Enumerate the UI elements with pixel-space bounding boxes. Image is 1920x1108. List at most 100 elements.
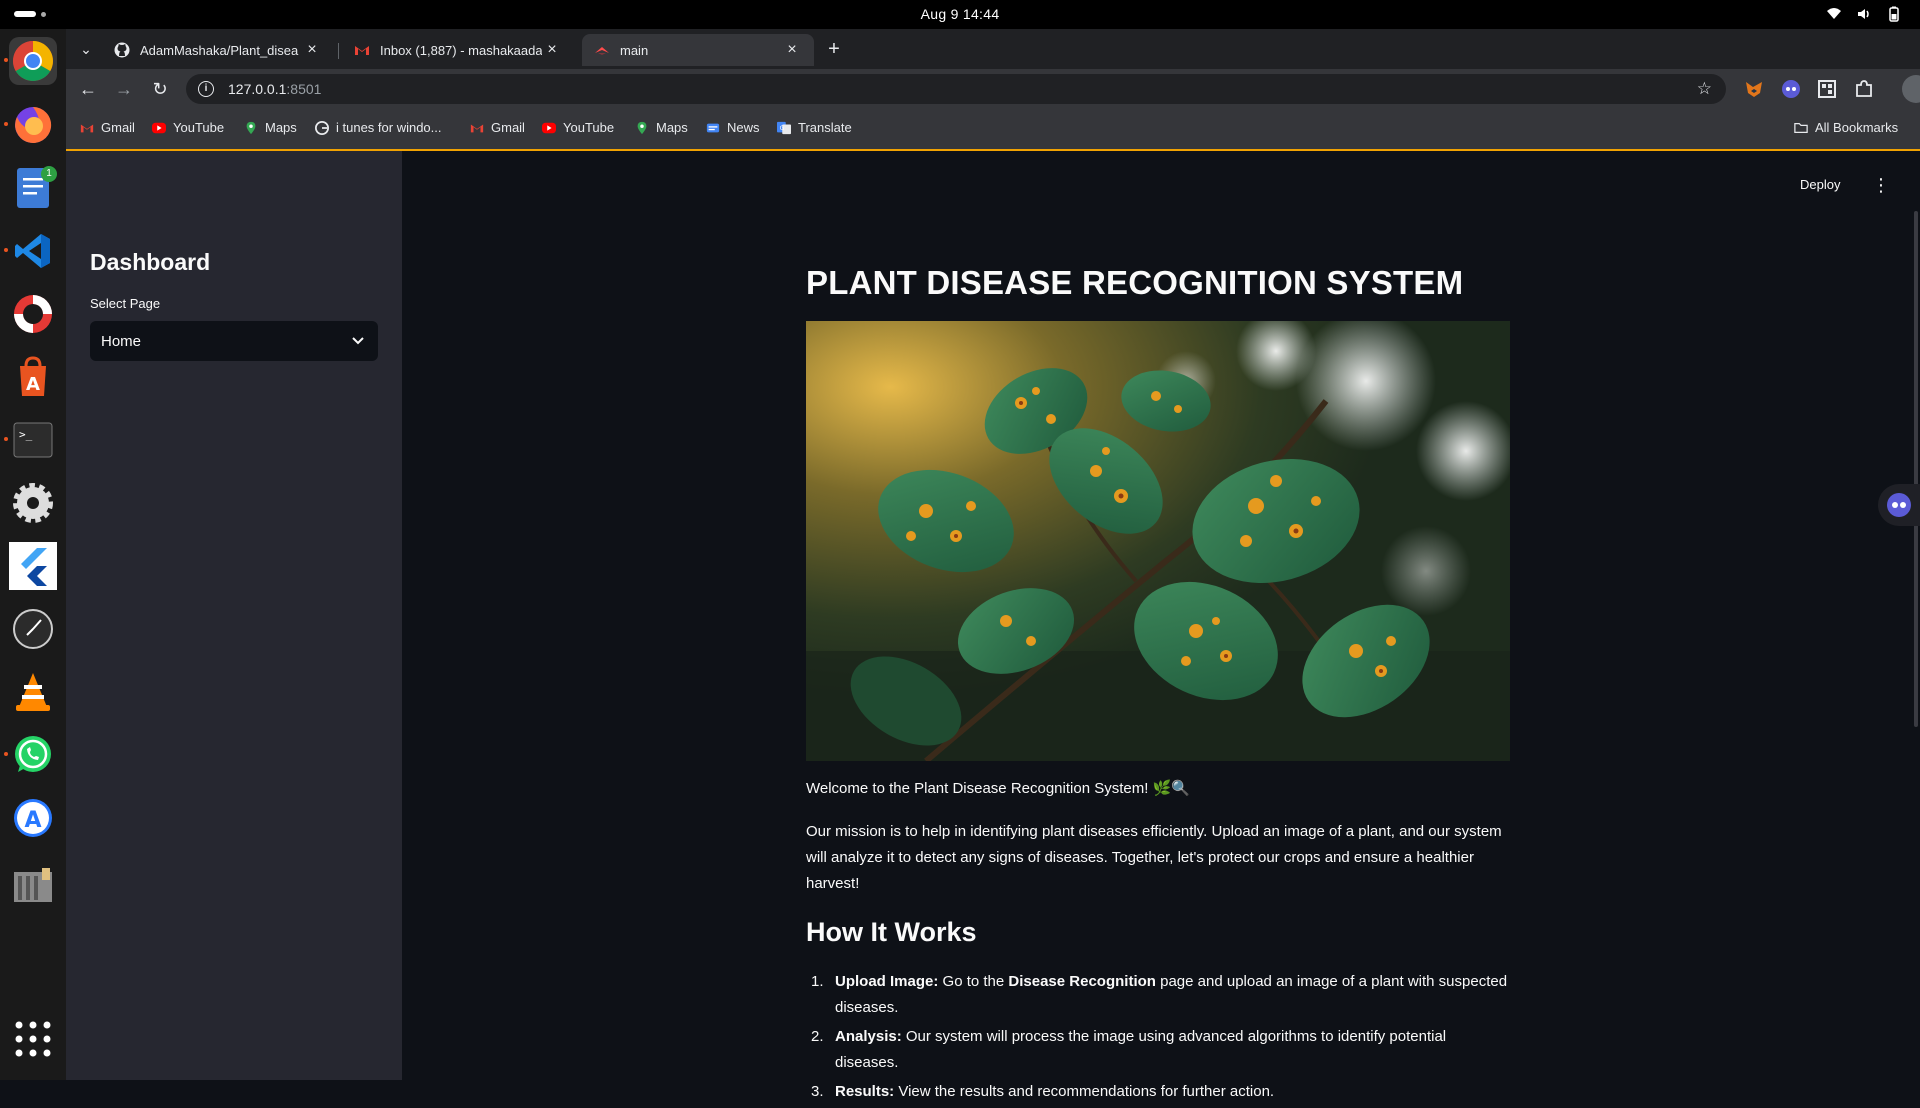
list-item: 3. Results: View the results and recomme…	[806, 1079, 1512, 1105]
volume-icon	[1856, 6, 1872, 22]
bookmark-gmail-2[interactable]: Gmail	[470, 120, 525, 135]
sidebar: Dashboard Select Page Home	[66, 151, 402, 1080]
bookmark-maps[interactable]: Maps	[244, 120, 297, 135]
step-title: Analysis:	[835, 1028, 902, 1045]
tab-search-icon[interactable]: ⌄	[74, 37, 98, 61]
tab-gmail[interactable]: Inbox (1,887) - mashakaada ×	[342, 34, 574, 66]
archive-icon[interactable]	[9, 860, 57, 908]
system-tray[interactable]	[1826, 6, 1902, 22]
bookmark-label: YouTube	[173, 120, 225, 135]
github-icon	[114, 42, 130, 58]
system-clock[interactable]: Aug 9 14:44	[0, 6, 1920, 22]
new-tab-icon[interactable]: +	[822, 37, 846, 61]
svg-text:A: A	[26, 374, 40, 395]
whatsapp-icon[interactable]	[4, 731, 57, 779]
vlc-icon[interactable]	[9, 668, 57, 716]
metamask-extension-icon[interactable]	[1744, 79, 1764, 99]
profile-avatar[interactable]	[1902, 75, 1920, 103]
bookmarks-bar: Gmail YouTube Maps i tunes for windo... …	[66, 109, 1920, 151]
chrome-icon[interactable]	[4, 37, 57, 85]
step-text: Our system will process the image using …	[835, 1028, 1447, 1071]
app-center-icon[interactable]: A	[9, 353, 57, 401]
steps-list: 1. Upload Image: Go to the Disease Recog…	[806, 969, 1512, 1108]
flutter-icon[interactable]	[9, 542, 57, 590]
tab-github[interactable]: AdamMashaka/Plant_disea ×	[102, 34, 334, 66]
close-tab-icon[interactable]: ×	[302, 41, 322, 59]
bookmark-label: YouTube	[563, 120, 615, 135]
gmail-icon	[80, 124, 94, 132]
gmail-icon	[355, 46, 369, 55]
browser-toolbar: ← → ↻ i 127.0.0.1:8501 ☆	[66, 69, 1920, 109]
site-info-icon[interactable]: i	[198, 81, 214, 97]
clock-icon[interactable]	[9, 605, 57, 653]
streamlit-app: Dashboard Select Page Home Deploy ⋮ PLAN…	[66, 151, 1920, 1100]
settings-icon[interactable]	[9, 479, 57, 527]
tab-title: Inbox (1,887) - mashakaada	[380, 42, 542, 58]
main-menu-icon[interactable]: ⋮	[1872, 175, 1890, 195]
extensions-puzzle-icon[interactable]	[1854, 79, 1874, 99]
terminal-icon[interactable]: >_	[4, 416, 57, 464]
tab-title: AdamMashaka/Plant_disea	[140, 42, 299, 58]
bookmark-youtube[interactable]: YouTube	[152, 120, 224, 135]
chevron-down-icon	[352, 337, 364, 345]
maps-icon	[246, 121, 256, 134]
step-title: Results:	[835, 1083, 895, 1100]
google-icon	[315, 120, 329, 135]
welcome-text: Welcome to the Plant Disease Recognition…	[806, 780, 1190, 797]
page-select-dropdown[interactable]: Home	[90, 321, 378, 361]
tab-strip: ⌄ AdamMashaka/Plant_disea × Inbox (1,887…	[66, 29, 1920, 69]
bookmark-label: Maps	[656, 120, 688, 135]
bookmark-label: Gmail	[101, 120, 135, 135]
bookmark-label: News	[727, 120, 760, 135]
plant-disease-image	[806, 321, 1510, 761]
page-select-value: Home	[101, 332, 142, 350]
qr-code-extension-icon[interactable]	[1817, 79, 1837, 99]
step-number: 3.	[811, 1083, 824, 1100]
all-bookmarks[interactable]: All Bookmarks	[1794, 120, 1898, 135]
assistant-icon	[1887, 493, 1911, 517]
forward-icon[interactable]: →	[112, 77, 136, 101]
bookmark-translate[interactable]: G Translate	[777, 120, 852, 135]
reload-icon[interactable]: ↻	[148, 77, 172, 101]
close-tab-icon[interactable]: ×	[542, 41, 562, 59]
bookmark-star-icon[interactable]: ☆	[1697, 79, 1712, 99]
bookmark-label: Gmail	[491, 120, 525, 135]
bookmark-youtube-2[interactable]: YouTube	[542, 120, 614, 135]
address-bar[interactable]: i 127.0.0.1:8501 ☆	[186, 74, 1726, 104]
tab-title: main	[620, 42, 649, 58]
all-bookmarks-label: All Bookmarks	[1815, 120, 1899, 135]
bookmark-news[interactable]: News	[706, 120, 760, 135]
browser-chrome: ⌄ AdamMashaka/Plant_disea × Inbox (1,887…	[66, 29, 1920, 151]
bookmark-gmail[interactable]: Gmail	[80, 120, 135, 135]
streamlit-icon	[595, 47, 609, 55]
assistant-float-button[interactable]	[1878, 484, 1920, 526]
dock: 1 A >_ A	[0, 29, 66, 1080]
bookmark-label: i tunes for windo...	[336, 120, 442, 135]
battery-icon	[1886, 6, 1902, 22]
select-page-label: Select Page	[90, 296, 161, 311]
back-icon[interactable]: ←	[76, 77, 100, 101]
svg-text:>_: >_	[19, 428, 33, 441]
url-port: :8501	[286, 81, 322, 97]
tab-main[interactable]: main ×	[582, 34, 814, 66]
bookmark-label: Maps	[265, 120, 297, 135]
deploy-button[interactable]: Deploy	[1800, 177, 1840, 192]
bookmark-itunes[interactable]: i tunes for windo...	[315, 120, 442, 135]
help-icon[interactable]	[9, 290, 57, 338]
bookmark-maps-2[interactable]: Maps	[635, 120, 688, 135]
step-title: Upload Image:	[835, 973, 939, 990]
translate-icon: G	[777, 121, 791, 134]
firefox-icon[interactable]	[4, 101, 57, 149]
system-top-bar: Aug 9 14:44	[0, 0, 1920, 29]
close-tab-icon[interactable]: ×	[782, 41, 802, 59]
app-grid-icon[interactable]	[9, 1015, 57, 1063]
notification-badge: 1	[41, 166, 57, 182]
scrollbar[interactable]	[1914, 211, 1918, 727]
folder-icon	[1794, 122, 1808, 133]
youtube-icon	[152, 122, 166, 133]
software-store-icon[interactable]: A	[9, 794, 57, 842]
assistant-extension-icon[interactable]	[1781, 79, 1801, 99]
youtube-icon	[542, 122, 556, 133]
text-editor-icon[interactable]: 1	[9, 164, 57, 212]
vscode-icon[interactable]	[4, 227, 57, 275]
